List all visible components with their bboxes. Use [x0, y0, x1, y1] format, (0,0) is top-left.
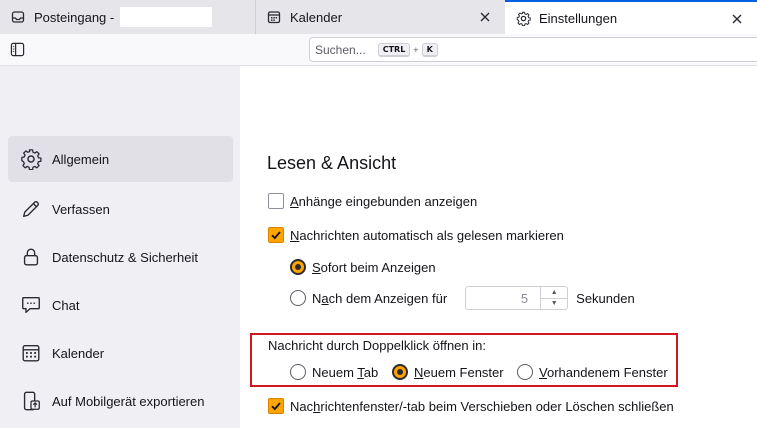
sidebar-item-privacy[interactable]: Datenschutz & Sicherheit [8, 234, 233, 280]
tab-calendar[interactable]: Kalender [255, 0, 505, 34]
option-label: Neuem Fenster [414, 364, 504, 380]
settings-content: Lesen & Ansicht Anhänge eingebunden anze… [240, 66, 757, 428]
auto-mark-read-checkbox[interactable] [268, 227, 284, 243]
option-label: Nachrichten automatisch als gelesen mark… [290, 227, 564, 243]
open-existing-window-radio[interactable] [517, 364, 533, 380]
mark-after-delay-radio[interactable] [290, 290, 306, 306]
stepper-buttons: ▲ ▼ [540, 287, 568, 310]
pencil-icon [20, 198, 42, 220]
shortcut-ctrl: CTRL [377, 42, 411, 57]
sidebar-toggle-icon[interactable] [10, 42, 26, 58]
sidebar-item-chat[interactable]: Chat [8, 282, 233, 328]
chat-icon [20, 294, 42, 316]
tab-label: Posteingang - [34, 9, 115, 25]
seconds-stepper[interactable]: 5 ▲ ▼ [465, 286, 569, 310]
decrement-icon[interactable]: ▼ [541, 297, 568, 310]
close-icon[interactable] [729, 11, 745, 27]
shortcut-key: K [421, 42, 438, 57]
inbox-icon [10, 9, 26, 25]
show-attachments-inline-option[interactable]: Anhänge eingebunden anzeigen [268, 193, 477, 209]
open-existing-window-option[interactable]: Vorhandenem Fenster [517, 364, 668, 380]
sidebar-item-calendar[interactable]: Kalender [8, 330, 233, 376]
mark-immediately-radio[interactable] [290, 259, 306, 275]
seconds-label: Sekunden [576, 290, 635, 306]
open-new-tab-option[interactable]: Neuem Tab [290, 364, 378, 380]
toolbar: Suchen... CTRL + K [0, 34, 757, 66]
calendar-icon [266, 9, 282, 25]
shortcut-plus: + [413, 44, 419, 55]
option-label: Neuem Tab [312, 364, 379, 380]
close-on-move-option[interactable]: Nachrichtenfenster/-tab beim Verschieben… [268, 398, 674, 414]
calendar-icon [20, 342, 42, 364]
increment-icon[interactable]: ▲ [541, 287, 567, 298]
close-on-move-checkbox[interactable] [268, 398, 284, 414]
option-label: Anhänge eingebunden anzeigen [290, 193, 478, 209]
section-title: Lesen & Ansicht [267, 153, 397, 173]
sidebar-item-label: Allgemein [52, 151, 110, 167]
close-icon[interactable] [477, 9, 493, 25]
mobile-export-icon [20, 390, 42, 412]
search-input[interactable]: Suchen... CTRL + K [309, 37, 757, 62]
option-label: Vorhandenem Fenster [539, 364, 668, 380]
sidebar-item-mobile-export[interactable]: Auf Mobilgerät exportieren [8, 378, 233, 424]
auto-mark-read-option[interactable]: Nachrichten automatisch als gelesen mark… [268, 227, 564, 243]
sidebar-item-label: Kalender [52, 345, 105, 361]
sidebar-item-label: Datenschutz & Sicherheit [52, 249, 198, 265]
tab-label: Kalender [290, 9, 343, 25]
tab-label: Einstellungen [539, 10, 618, 26]
sidebar-item-compose[interactable]: Verfassen [8, 186, 233, 232]
show-attachments-inline-checkbox[interactable] [268, 193, 284, 209]
option-label: Sofort beim Anzeigen [312, 259, 436, 275]
tab-bar: Posteingang - Kalender Einstellungen [0, 0, 757, 34]
mark-immediately-option[interactable]: Sofort beim Anzeigen [290, 259, 436, 275]
sidebar-item-general[interactable]: Allgemein [8, 136, 233, 182]
redacted-account-name [120, 7, 213, 27]
sidebar-item-label: Chat [52, 297, 80, 313]
search-placeholder: Suchen... [315, 42, 366, 57]
open-new-window-radio[interactable] [392, 364, 408, 380]
sidebar-item-label: Auf Mobilgerät exportieren [52, 393, 205, 409]
doubleclick-label: Nachricht durch Doppelklick öffnen in: [268, 338, 486, 353]
open-new-window-option[interactable]: Neuem Fenster [392, 364, 504, 380]
lock-icon [20, 246, 42, 268]
option-label: Nach dem Anzeigen für [312, 290, 448, 306]
sidebar-item-label: Verfassen [52, 201, 110, 217]
tab-settings[interactable]: Einstellungen [505, 0, 757, 34]
seconds-value: 5 [520, 290, 529, 306]
mark-after-delay-option[interactable]: Nach dem Anzeigen für 5 ▲ ▼ Sekunden [290, 286, 635, 310]
tab-inbox[interactable]: Posteingang - [0, 0, 255, 34]
gear-icon [20, 148, 42, 170]
open-new-tab-radio[interactable] [290, 364, 306, 380]
settings-sidebar: Allgemein Verfassen Datenschutz & Sicher… [0, 66, 240, 428]
gear-icon [515, 10, 531, 26]
option-label: Nachrichtenfenster/-tab beim Verschieben… [290, 398, 674, 414]
